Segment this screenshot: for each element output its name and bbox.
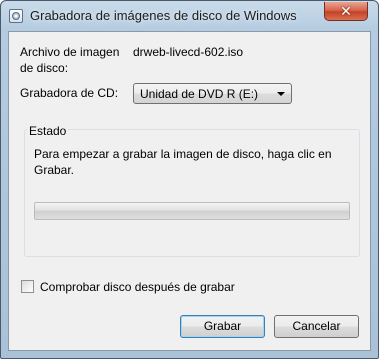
burn-button[interactable]: Grabar bbox=[180, 315, 265, 338]
burner-label: Grabadora de CD: bbox=[20, 86, 119, 100]
dialog-window: Grabadora de imágenes de disco de Window… bbox=[0, 0, 379, 359]
burner-selected-value: Unidad de DVD R (E:) bbox=[140, 87, 259, 101]
window-title: Grabadora de imágenes de disco de Window… bbox=[30, 8, 297, 23]
close-icon: ✕ bbox=[340, 2, 352, 19]
image-file-value: drweb-livecd-602.iso bbox=[133, 45, 244, 59]
burn-progress-bar bbox=[34, 202, 350, 220]
disc-burner-icon bbox=[9, 9, 23, 23]
verify-checkbox[interactable] bbox=[21, 280, 34, 293]
title-bar[interactable]: Grabadora de imágenes de disco de Window… bbox=[1, 1, 378, 31]
image-file-label-line1: Archivo de imagen bbox=[20, 45, 120, 59]
image-file-label-line2: de disco: bbox=[20, 61, 69, 75]
status-message-line2: Grabar. bbox=[34, 163, 75, 177]
burner-select[interactable]: Unidad de DVD R (E:) bbox=[133, 83, 292, 104]
cancel-button[interactable]: Cancelar bbox=[274, 315, 359, 338]
close-button[interactable]: ✕ bbox=[324, 2, 368, 21]
chevron-down-icon[interactable] bbox=[277, 92, 285, 96]
status-message-line1: Para empezar a grabar la imagen de disco… bbox=[34, 147, 332, 161]
status-group-title: Estado bbox=[27, 124, 69, 138]
verify-checkbox-label[interactable]: Comprobar disco después de grabar bbox=[40, 280, 235, 294]
dialog-body: Archivo de imagen de disco: drweb-livecd… bbox=[8, 31, 371, 351]
